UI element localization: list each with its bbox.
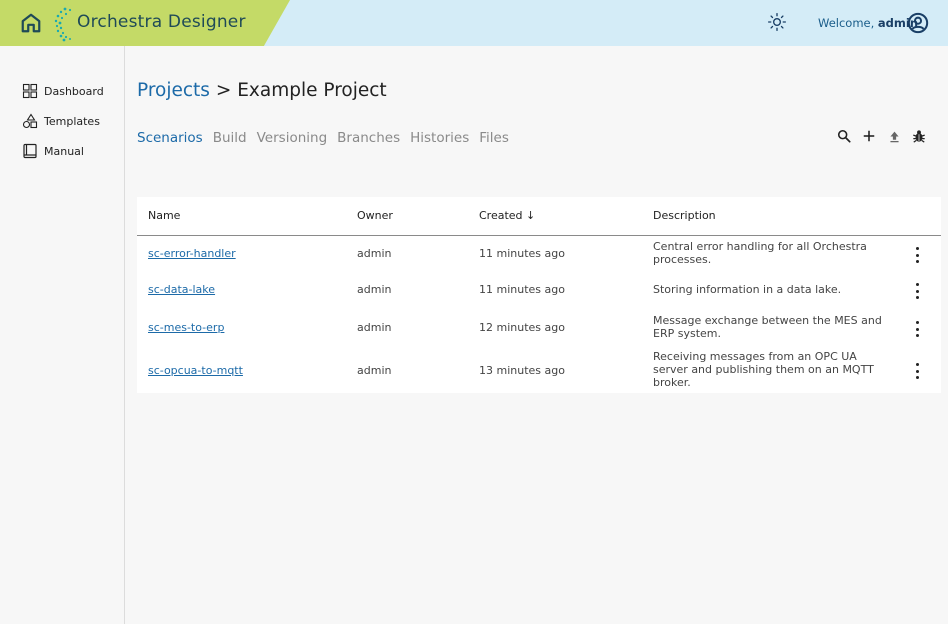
column-header-description[interactable]: Description: [653, 209, 716, 222]
scenario-description: Central error handling for all Orchestra…: [653, 240, 867, 266]
welcome-prefix: Welcome,: [818, 16, 875, 30]
column-header-name[interactable]: Name: [148, 209, 180, 222]
scenario-description: Message exchange between the MES and ERP…: [653, 314, 882, 340]
sidebar-item-label: Manual: [44, 144, 84, 158]
table-row[interactable]: sc-opcua-to-mqtt admin 13 minutes ago Re…: [137, 347, 941, 393]
upload-button[interactable]: [886, 128, 902, 144]
tab-versioning[interactable]: Versioning: [257, 130, 328, 146]
theme-toggle-sun-icon[interactable]: [767, 12, 787, 32]
search-icon: [837, 129, 851, 143]
debug-bug-icon: [913, 130, 925, 143]
scenario-created: 11 minutes ago: [479, 247, 565, 260]
sidebar-item-label: Dashboard: [44, 84, 104, 98]
tab-histories[interactable]: Histories: [410, 130, 469, 146]
scenario-created: 12 minutes ago: [479, 321, 565, 334]
scenarios-table: Name Owner Created ↓ Description sc-erro…: [137, 197, 941, 393]
sidebar-item-manual[interactable]: Manual: [22, 142, 84, 160]
tab-build[interactable]: Build: [213, 130, 247, 146]
tab-bar: Scenarios Build Versioning Branches Hist…: [137, 130, 509, 146]
row-more-menu-icon[interactable]: [911, 283, 923, 299]
table-row[interactable]: sc-error-handler admin 11 minutes ago Ce…: [137, 236, 941, 273]
row-more-menu-icon[interactable]: [911, 363, 923, 379]
sidebar-item-templates[interactable]: Templates: [22, 112, 100, 130]
sidebar-item-label: Templates: [44, 114, 100, 128]
toolbar: [836, 128, 927, 144]
row-more-menu-icon[interactable]: [911, 247, 923, 263]
app-brand-title: Orchestra Designer: [77, 12, 246, 32]
add-icon: [863, 130, 875, 142]
scenario-created: 11 minutes ago: [479, 283, 565, 296]
orchestra-logo-icon: [54, 7, 72, 42]
tab-scenarios[interactable]: Scenarios: [137, 130, 203, 146]
dashboard-grid-icon: [22, 83, 38, 99]
scenario-created: 13 minutes ago: [479, 364, 565, 377]
top-bar: Orchestra Designer Welcome, admin: [0, 0, 948, 46]
scenario-name-link[interactable]: sc-opcua-to-mqtt: [148, 364, 243, 377]
scenario-name-link[interactable]: sc-error-handler: [148, 247, 236, 260]
scenario-owner: admin: [357, 321, 392, 334]
scenario-owner: admin: [357, 283, 392, 296]
scenario-owner: admin: [357, 364, 392, 377]
book-icon: [23, 143, 37, 159]
table-header: Name Owner Created ↓ Description: [137, 197, 941, 236]
column-header-owner[interactable]: Owner: [357, 209, 393, 222]
tab-files[interactable]: Files: [479, 130, 509, 146]
welcome-text: Welcome, admin: [818, 16, 918, 30]
column-header-created[interactable]: Created ↓: [479, 209, 535, 222]
scenario-description: Storing information in a data lake.: [653, 283, 842, 296]
debug-button[interactable]: [911, 128, 927, 144]
breadcrumb-projects-link[interactable]: Projects: [137, 80, 210, 101]
breadcrumb-current: Example Project: [237, 80, 387, 101]
breadcrumb-separator: >: [215, 80, 232, 101]
user-account-icon[interactable]: [907, 12, 929, 34]
home-icon[interactable]: [20, 12, 42, 34]
add-button[interactable]: [861, 128, 877, 144]
templates-shapes-icon: [22, 113, 38, 129]
table-row[interactable]: sc-mes-to-erp admin 12 minutes ago Messa…: [137, 310, 941, 347]
sidebar-item-dashboard[interactable]: Dashboard: [22, 82, 104, 100]
search-button[interactable]: [836, 128, 852, 144]
row-more-menu-icon[interactable]: [911, 321, 923, 337]
scenario-name-link[interactable]: sc-mes-to-erp: [148, 321, 224, 334]
scenario-name-link[interactable]: sc-data-lake: [148, 283, 215, 296]
breadcrumb: Projects > Example Project: [137, 80, 387, 101]
sidebar: Dashboard Templates Manual: [0, 46, 125, 624]
table-row[interactable]: sc-data-lake admin 11 minutes ago Storin…: [137, 273, 941, 310]
tab-branches[interactable]: Branches: [337, 130, 400, 146]
scenario-description: Receiving messages from an OPC UA server…: [653, 350, 874, 389]
upload-icon: [889, 131, 899, 142]
scenario-owner: admin: [357, 247, 392, 260]
